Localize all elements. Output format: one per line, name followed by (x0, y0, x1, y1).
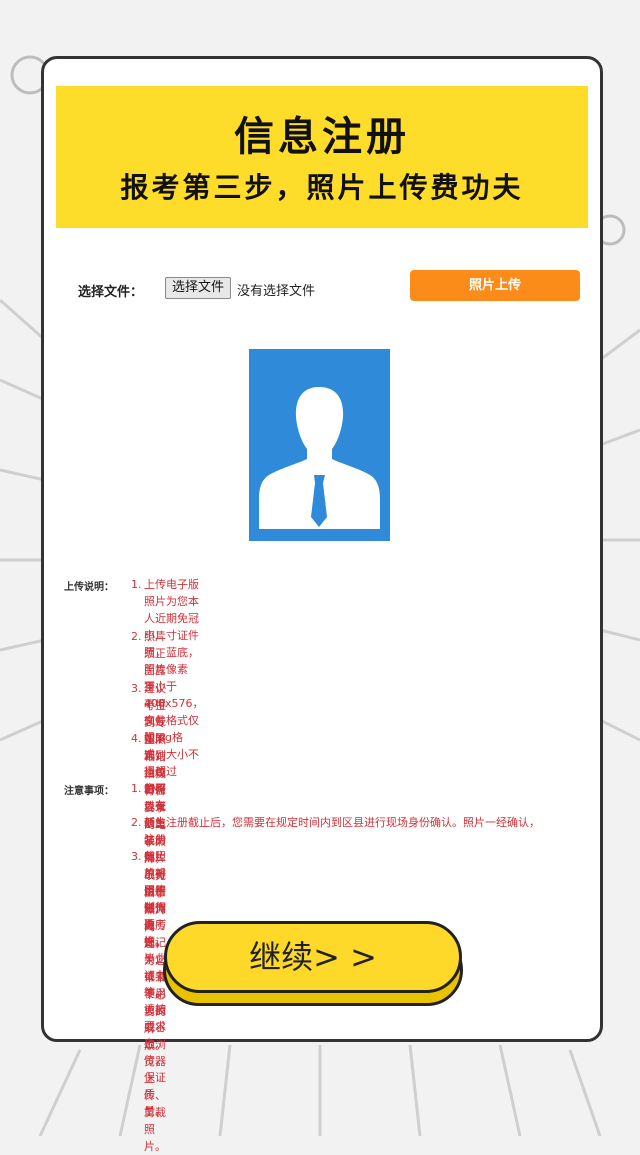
continue-button[interactable]: 继续> > (164, 921, 462, 993)
header-banner: 信息注册 报考第三步，照片上传费功夫 (56, 86, 588, 228)
file-label: 选择文件： (78, 285, 144, 300)
photo-upload-button[interactable]: 照片上传 (410, 270, 580, 301)
page-title: 信息注册 (234, 114, 410, 160)
file-status: 没有选择文件 (237, 284, 316, 299)
photo-preview (249, 349, 390, 541)
person-silhouette-icon (259, 387, 380, 529)
upload-row: 选择文件： 选择文件 没有选择文件 照片上传 (56, 266, 588, 310)
instructions-heading: 上传说明： (64, 582, 114, 593)
choose-file-button[interactable]: 选择文件 (165, 277, 232, 299)
page-subtitle: 报考第三步，照片上传费功夫 (120, 171, 524, 204)
notices-heading: 注意事项： (64, 786, 114, 797)
